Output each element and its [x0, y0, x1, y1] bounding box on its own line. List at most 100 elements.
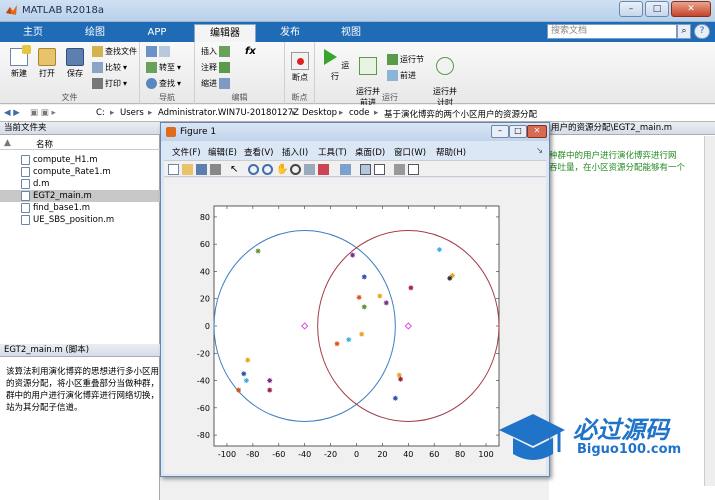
column-header[interactable]: ▲ 名称: [0, 136, 160, 150]
x-tick-label: -60: [272, 450, 285, 459]
legend-icon[interactable]: [374, 164, 385, 175]
user-point: [436, 247, 442, 253]
rotate-icon[interactable]: [290, 164, 301, 175]
pan-hand-icon[interactable]: ✋: [276, 164, 288, 175]
path-segment[interactable]: code: [349, 108, 370, 118]
tab-publish[interactable]: 发布: [265, 24, 315, 42]
find-files-button[interactable]: 查找文件: [92, 46, 137, 57]
open-icon[interactable]: [182, 164, 193, 175]
zoom-out-icon[interactable]: [262, 164, 273, 175]
graduation-cap-icon: [499, 414, 565, 460]
colorbar-icon[interactable]: [360, 164, 371, 175]
y-tick-label: 0: [205, 322, 210, 331]
run-section-button[interactable]: 运行节: [387, 54, 424, 65]
y-tick-label: -80: [197, 431, 210, 440]
open-button[interactable]: 打开: [34, 48, 60, 79]
path-segment[interactable]: Desktop: [302, 108, 337, 118]
menu-window[interactable]: 窗口(W): [394, 146, 426, 158]
tab-view[interactable]: 视图: [326, 24, 376, 42]
file-item[interactable]: find_base1.m: [33, 202, 90, 214]
x-tick-label: 20: [377, 450, 387, 459]
menu-help[interactable]: 帮助(H): [436, 146, 466, 158]
open-label: 打开: [39, 69, 55, 78]
user-point: [392, 395, 398, 401]
help-button[interactable]: ?: [694, 24, 710, 39]
up-folder-icon[interactable]: ▣ ▣ ▸: [30, 108, 56, 118]
tab-apps[interactable]: APP: [132, 24, 182, 42]
user-point: [356, 294, 362, 300]
details-line: 的资源分配，将小区重叠部分当做种群，: [6, 379, 160, 389]
maximize-button[interactable]: □: [645, 1, 669, 17]
data-cursor-icon[interactable]: [304, 164, 315, 175]
close-button[interactable]: ✕: [671, 1, 711, 17]
stopwatch-icon: [436, 57, 454, 75]
search-icon[interactable]: ⌕: [677, 24, 691, 39]
compare-label: 比较: [105, 63, 121, 72]
back-icon[interactable]: ◀ ▶: [4, 108, 20, 118]
path-segment[interactable]: Administrator.WIN7U-20180127Z: [158, 108, 299, 118]
advance-button[interactable]: 前进: [387, 70, 416, 81]
menu-file[interactable]: 文件(F): [172, 146, 201, 158]
breakpoint-button[interactable]: 断点: [287, 52, 313, 83]
title-bar: MATLAB R2018a – □ ✕: [0, 0, 715, 22]
figure-maximize-button[interactable]: □: [509, 125, 527, 138]
file-item[interactable]: compute_H1.m: [33, 154, 98, 166]
hide-tools-icon[interactable]: [394, 164, 405, 175]
watermark-url: Biguo100.com: [577, 442, 682, 457]
tab-home[interactable]: 主页: [8, 24, 58, 42]
insert-label: 插入: [201, 47, 217, 56]
figure-canvas[interactable]: -100 -80 -60 -40 -20 0 20 40 60 80 100 80 60 40 20 0 -20…: [164, 178, 546, 474]
comment-button[interactable]: 注释: [201, 62, 230, 73]
print-button[interactable]: 打印 ▾: [92, 78, 127, 89]
save-button[interactable]: 保存: [62, 48, 88, 79]
file-item[interactable]: compute_Rate1.m: [33, 166, 111, 178]
save-icon[interactable]: [196, 164, 207, 175]
user-point: [245, 357, 251, 363]
menu-tools[interactable]: 工具(T): [318, 146, 347, 158]
fx-button[interactable]: fx: [245, 46, 256, 57]
pointer-icon[interactable]: ↖: [230, 164, 241, 175]
print-label: 打印: [105, 79, 121, 88]
path-segment[interactable]: C:: [96, 108, 105, 118]
find-button[interactable]: 查找 ▾: [146, 78, 181, 89]
new-figure-icon[interactable]: [168, 164, 179, 175]
run-play-icon: [323, 49, 337, 65]
indent-button[interactable]: 缩进: [201, 78, 230, 89]
menu-edit[interactable]: 编辑(E): [208, 146, 237, 158]
figure-close-button[interactable]: ✕: [527, 125, 547, 138]
user-point: [359, 331, 365, 337]
path-segment[interactable]: Users: [120, 108, 144, 118]
show-tools-icon[interactable]: [408, 164, 419, 175]
menu-view[interactable]: 查看(V): [244, 146, 273, 158]
tab-plots[interactable]: 绘图: [70, 24, 120, 42]
fx-label: fx: [245, 46, 256, 57]
editor-tab[interactable]: 用户的资源分配\EGT2_main.m: [549, 122, 715, 135]
editor-code[interactable]: 种群中的用户进行演化博弈进行网 吞吐量，在小区资源分配能够有一个: [549, 150, 685, 174]
user-point: [334, 341, 340, 347]
brush-icon[interactable]: [318, 164, 329, 175]
user-point: [350, 252, 356, 258]
search-input[interactable]: 搜索文档: [547, 24, 677, 39]
plot-area: [213, 205, 500, 447]
menu-insert[interactable]: 插入(I): [282, 146, 308, 158]
goto-button[interactable]: 转至 ▾: [146, 62, 181, 73]
compare-button[interactable]: 比较 ▾: [92, 62, 127, 73]
details-line: 该算法利用演化博弈的思想进行多小区用: [6, 367, 160, 377]
menu-dock-icon[interactable]: ↘: [536, 146, 543, 156]
run-button[interactable]: 运行: [320, 48, 350, 82]
minimize-button[interactable]: –: [619, 1, 643, 17]
path-segment[interactable]: 基于演化博弈的两个小区用户的资源分配: [384, 108, 537, 120]
zoom-in-icon[interactable]: [248, 164, 259, 175]
link-plot-icon[interactable]: [340, 164, 351, 175]
insert-button[interactable]: 插入: [201, 46, 230, 57]
file-item[interactable]: UE_SBS_position.m: [33, 214, 114, 226]
m-file-icon: [21, 167, 30, 177]
figure-minimize-button[interactable]: –: [491, 125, 509, 138]
print-icon[interactable]: [210, 164, 221, 175]
menu-desktop[interactable]: 桌面(D): [355, 146, 385, 158]
path-separator: ▸: [339, 108, 344, 118]
new-button[interactable]: 新建: [6, 45, 32, 79]
back-forward-buttons[interactable]: [146, 46, 170, 57]
tab-editor[interactable]: 编辑器: [194, 24, 256, 42]
file-item[interactable]: d.m: [33, 178, 49, 190]
